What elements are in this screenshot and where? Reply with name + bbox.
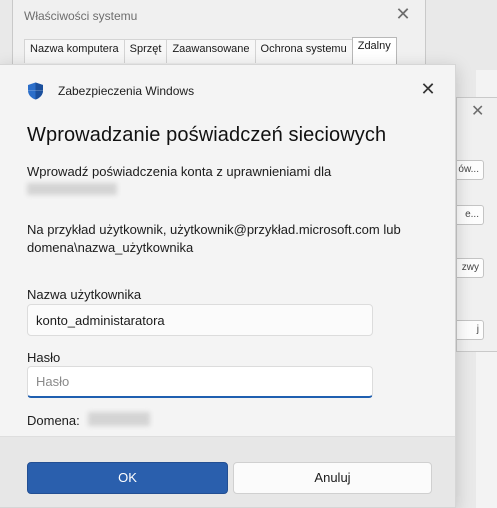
system-properties-tabs: Nazwa komputera Sprzęt Zaawansowane Ochr… [24, 37, 397, 65]
username-label: Nazwa użytkownika [27, 287, 142, 302]
windows-security-shield-icon [27, 82, 44, 100]
system-properties-close-icon[interactable]: ✕ [393, 4, 413, 24]
secondary-button-1[interactable]: ów... [457, 160, 484, 180]
dialog-header: Zabezpieczenia Windows [27, 82, 194, 100]
password-label: Hasło [27, 350, 61, 365]
cancel-button[interactable]: Anuluj [233, 462, 432, 494]
password-field[interactable] [27, 366, 373, 398]
example-text-line1: Na przykład użytkownik, użytkownik@przyk… [27, 222, 401, 237]
app-name: Zabezpieczenia Windows [58, 84, 195, 98]
ok-button[interactable]: OK [27, 462, 228, 494]
secondary-button-3[interactable]: zwy [457, 258, 484, 278]
secondary-button-4[interactable]: j [457, 320, 484, 340]
tab-computer-name[interactable]: Nazwa komputera [24, 39, 125, 63]
username-field[interactable] [27, 304, 373, 336]
tab-system-protection[interactable]: Ochrona systemu [254, 39, 353, 63]
system-properties-window: Właściwości systemu ✕ Nazwa komputera Sp… [12, 0, 426, 70]
dialog-title: Wprowadzanie poświadczeń sieciowych [27, 124, 387, 146]
secondary-close-icon[interactable]: ✕ [471, 101, 484, 121]
example-text-line2: domena\nazwa_użytkownika [27, 240, 194, 255]
close-icon[interactable]: ✕ [417, 78, 439, 100]
credential-dialog: Zabezpieczenia Windows ✕ Wprowadzanie po… [0, 64, 456, 508]
system-properties-title: Właściwości systemu [24, 9, 138, 23]
tab-remote[interactable]: Zdalny [351, 37, 397, 65]
tab-hardware[interactable]: Sprzęt [123, 39, 168, 63]
tab-advanced[interactable]: Zaawansowane [166, 39, 256, 63]
redacted-target-name [27, 183, 117, 195]
prompt-text: Wprowadź poświadczenia konta z uprawnien… [27, 164, 332, 179]
domain-label: Domena: [27, 413, 80, 428]
secondary-button-2[interactable]: e... [457, 205, 484, 225]
secondary-background-window: ✕ ów... e... zwy j [456, 97, 497, 352]
dialog-footer: OK Anuluj [0, 436, 455, 507]
redacted-domain-value [88, 412, 150, 426]
